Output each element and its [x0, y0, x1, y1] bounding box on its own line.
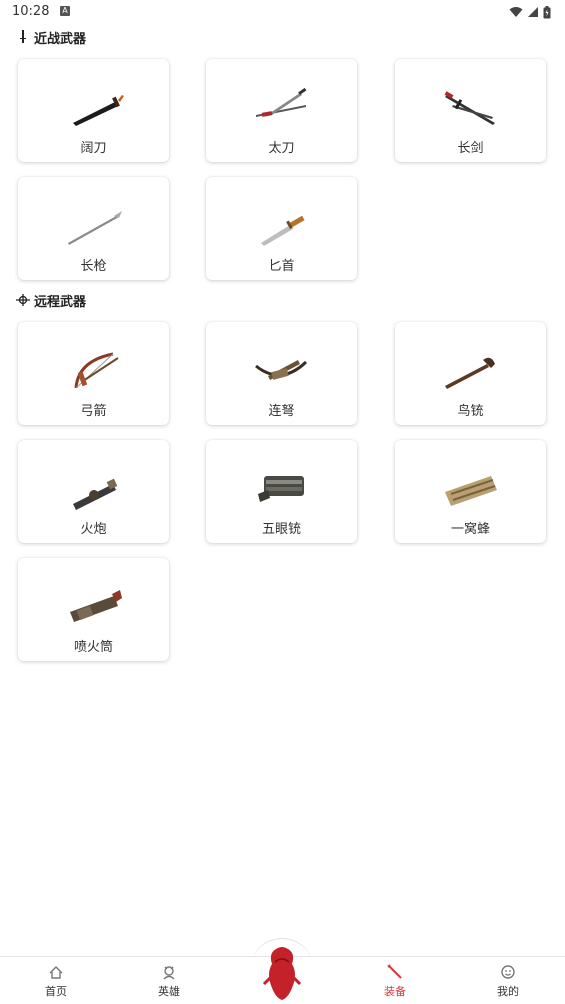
- weapon-card-longsword[interactable]: 长剑: [395, 59, 546, 162]
- hero-icon: [163, 966, 175, 980]
- longsword-icon: [444, 91, 495, 125]
- nav-item-profile[interactable]: 我的: [468, 963, 548, 999]
- weapon-card-crossbow[interactable]: 连弩: [206, 322, 357, 425]
- equipment-icon: [387, 964, 402, 979]
- flamethrower-icon: [70, 590, 122, 622]
- weapon-label: 鸟铳: [457, 404, 484, 419]
- weapon-label: 匕首: [268, 259, 295, 274]
- weapon-label: 火炮: [80, 522, 107, 537]
- weapon-card-broadsword[interactable]: 阔刀: [18, 59, 169, 162]
- home-icon: [49, 966, 63, 979]
- section-label: 远程武器: [34, 294, 87, 310]
- weapon-card-rocket-launcher[interactable]: 一窝蜂: [395, 440, 546, 543]
- nav-label: 装备: [384, 985, 406, 998]
- weapon-label: 五眼铳: [261, 522, 301, 537]
- weapon-card-five-barrel-gun[interactable]: 五眼铳: [206, 440, 357, 543]
- weapon-label: 弓箭: [80, 404, 107, 419]
- profile-icon: [501, 965, 515, 979]
- melee-weapon-grid: 阔刀 太刀 长剑 长枪 匕首: [18, 59, 548, 281]
- nav-item-hero[interactable]: 英雄: [129, 963, 209, 999]
- weapon-label: 太刀: [268, 141, 295, 156]
- five-barrel-gun-icon: [258, 476, 304, 502]
- status-bar: 10:28 A: [0, 0, 565, 24]
- weapon-label: 长枪: [80, 259, 107, 274]
- weapon-label: 长剑: [457, 141, 484, 156]
- status-icons: [509, 5, 551, 19]
- weapon-label: 阔刀: [80, 141, 107, 156]
- weapon-label: 一窝蜂: [450, 522, 490, 537]
- cannon-icon: [73, 478, 118, 510]
- mascot-icon[interactable]: [258, 944, 306, 1002]
- section-title-melee: 近战武器: [16, 27, 86, 47]
- section-title-ranged: 远程武器: [16, 290, 86, 310]
- weapon-card-musket[interactable]: 鸟铳: [395, 322, 546, 425]
- status-time: 10:28: [12, 4, 50, 19]
- weapon-card-flamethrower[interactable]: 喷火筒: [18, 558, 169, 661]
- spear-icon: [68, 211, 122, 245]
- weapon-label: 连弩: [268, 404, 295, 419]
- crosshair-icon: [16, 294, 30, 306]
- weapon-card-spear[interactable]: 长枪: [18, 177, 169, 280]
- nav-item-home[interactable]: 首页: [16, 963, 96, 999]
- nav-label: 我的: [497, 985, 519, 998]
- battery-icon: [543, 5, 551, 18]
- weapon-card-cannon[interactable]: 火炮: [18, 440, 169, 543]
- broadsword-icon: [73, 95, 124, 126]
- nav-label: 英雄: [158, 985, 180, 998]
- rocket-launcher-icon: [445, 476, 497, 506]
- dagger-icon: [261, 215, 305, 246]
- section-label: 近战武器: [34, 31, 87, 47]
- notification-icon: A: [60, 6, 70, 16]
- musket-icon: [445, 357, 495, 389]
- sword-icon: [20, 30, 26, 43]
- crossbow-icon: [255, 360, 308, 380]
- nav-item-equipment[interactable]: 装备: [355, 963, 435, 999]
- wifi-icon: [509, 7, 523, 17]
- weapon-label: 喷火筒: [73, 640, 113, 655]
- nav-label: 首页: [45, 985, 67, 998]
- ranged-weapon-grid: 弓箭 连弩 鸟铳 火炮 五眼铳 一窝蜂 喷火筒: [18, 322, 548, 662]
- bow-icon: [74, 352, 119, 389]
- tachi-icon: [256, 87, 307, 117]
- weapon-card-tachi[interactable]: 太刀: [206, 59, 357, 162]
- weapon-card-dagger[interactable]: 匕首: [206, 177, 357, 280]
- signal-icon: [528, 7, 538, 17]
- weapon-card-bow[interactable]: 弓箭: [18, 322, 169, 425]
